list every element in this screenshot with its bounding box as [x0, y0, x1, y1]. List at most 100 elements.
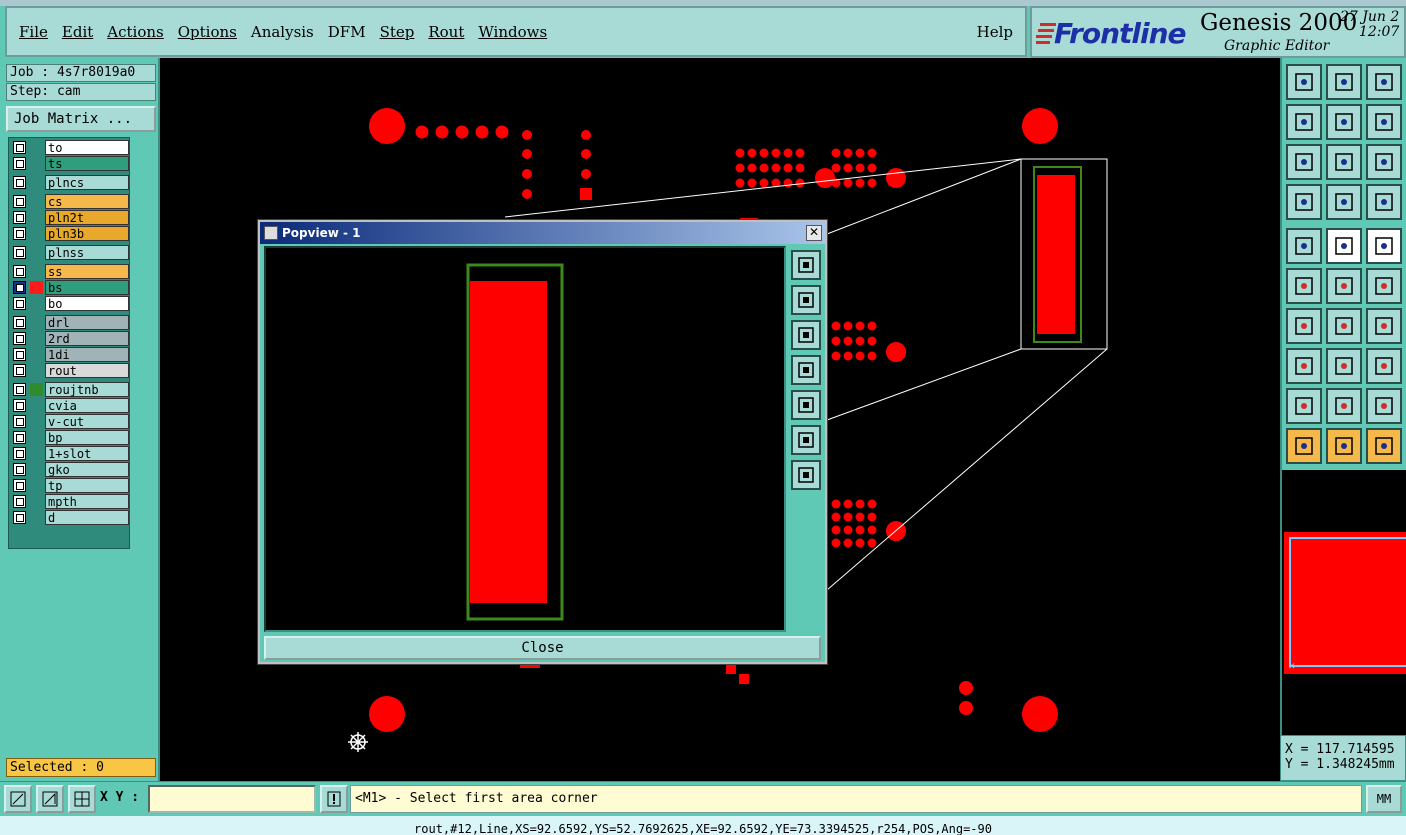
close-button[interactable]: Close	[264, 636, 821, 660]
layer-row[interactable]: plncs	[11, 175, 129, 190]
probe-tool-button[interactable]	[1326, 184, 1362, 220]
layer-checkbox[interactable]	[13, 141, 26, 154]
layer-name[interactable]: bp	[45, 430, 129, 445]
layer-checkbox[interactable]	[13, 479, 26, 492]
layer-row[interactable]: tp	[11, 478, 129, 493]
snap-tool-button[interactable]	[1366, 268, 1402, 304]
layer-checkbox[interactable]	[13, 495, 26, 508]
layer-checkbox[interactable]	[13, 399, 26, 412]
layer-row[interactable]: to	[11, 140, 129, 155]
triangle-tool-button[interactable]	[1286, 388, 1322, 424]
layer-row[interactable]: 2rd	[11, 331, 129, 346]
layer-checkbox[interactable]	[13, 176, 26, 189]
layer-checkbox[interactable]	[13, 511, 26, 524]
layer-row[interactable]: ts	[11, 156, 129, 171]
layer-name[interactable]: pln3b	[45, 226, 129, 241]
layer-name[interactable]: mpth	[45, 494, 129, 509]
measure-tool-button[interactable]	[1286, 184, 1322, 220]
pv-center-button[interactable]	[791, 460, 821, 490]
layer-panel-button[interactable]	[1366, 184, 1402, 220]
zoom-area-button[interactable]	[4, 785, 32, 813]
pv-pan-right-button[interactable]	[791, 390, 821, 420]
arrow-b-tool-button[interactable]	[1366, 388, 1402, 424]
layer-checkbox[interactable]	[13, 332, 26, 345]
units-button[interactable]: MM	[1366, 785, 1402, 813]
layer-row[interactable]: bs	[11, 280, 129, 295]
layer-checkbox[interactable]	[13, 227, 26, 240]
line-angle-button[interactable]	[1286, 308, 1322, 344]
move-right-button[interactable]	[1326, 104, 1362, 140]
layer-name[interactable]: to	[45, 140, 129, 155]
layer-name[interactable]: cvia	[45, 398, 129, 413]
xy-input[interactable]	[148, 785, 316, 813]
scale-1-2-button[interactable]	[1366, 144, 1402, 180]
layer-row[interactable]: drl	[11, 315, 129, 330]
layer-name[interactable]: 1+slot	[45, 446, 129, 461]
move-down-button[interactable]	[1326, 64, 1362, 100]
select-edit-button[interactable]	[1366, 428, 1402, 464]
move-pad-button[interactable]	[1286, 348, 1322, 384]
layer-checkbox[interactable]	[13, 265, 26, 278]
layer-name[interactable]: d	[45, 510, 129, 525]
zoom-center-button[interactable]	[1326, 144, 1362, 180]
connect-tool-button[interactable]	[1286, 268, 1322, 304]
popview-titlebar[interactable]: Popview - 1 ✕	[260, 222, 825, 244]
select-box-button[interactable]	[1326, 428, 1362, 464]
arc-tool-button[interactable]	[1366, 308, 1402, 344]
menu-options[interactable]: Options	[178, 23, 237, 41]
menu-actions[interactable]: Actions	[107, 23, 163, 41]
layer-checkbox[interactable]	[13, 316, 26, 329]
layer-name[interactable]: plncs	[45, 175, 129, 190]
layer-row[interactable]: d	[11, 510, 129, 525]
layer-name[interactable]: pln2t	[45, 210, 129, 225]
arrow-a-tool-button[interactable]	[1326, 388, 1362, 424]
layer-row[interactable]: 1di	[11, 347, 129, 362]
layer-checkbox[interactable]	[13, 246, 26, 259]
menu-windows[interactable]: Windows	[478, 23, 547, 41]
pv-zoom-out-button[interactable]	[791, 320, 821, 350]
layer-name[interactable]: 2rd	[45, 331, 129, 346]
layer-name[interactable]: ts	[45, 156, 129, 171]
add-pad-button[interactable]	[1286, 228, 1322, 264]
line-tool-button[interactable]	[1326, 308, 1362, 344]
grid-button[interactable]	[68, 785, 96, 813]
layer-checkbox[interactable]	[13, 195, 26, 208]
menu-file[interactable]: File	[19, 23, 48, 41]
pv-layers-button[interactable]	[791, 250, 821, 280]
layer-checkbox[interactable]	[13, 463, 26, 476]
layer-row[interactable]: gko	[11, 462, 129, 477]
menu-analysis[interactable]: Analysis	[251, 23, 314, 41]
layer-name[interactable]: v-cut	[45, 414, 129, 429]
menu-rout[interactable]: Rout	[428, 23, 464, 41]
layer-name[interactable]: plnss	[45, 245, 129, 260]
move-left-button[interactable]	[1286, 104, 1322, 140]
layer-row[interactable]: pln3b	[11, 226, 129, 241]
layer-checkbox[interactable]	[13, 297, 26, 310]
layer-name[interactable]: ss	[45, 264, 129, 279]
home-button[interactable]	[1366, 64, 1402, 100]
job-matrix-button[interactable]: Job Matrix ...	[6, 106, 156, 132]
layer-row[interactable]: 1+slot	[11, 446, 129, 461]
delete-feature-button[interactable]	[1326, 268, 1362, 304]
layer-row[interactable]: cs	[11, 194, 129, 209]
select-pointer-button[interactable]	[1286, 428, 1322, 464]
layer-row[interactable]: bo	[11, 296, 129, 311]
layer-checkbox[interactable]	[13, 364, 26, 377]
layer-checkbox[interactable]	[13, 211, 26, 224]
layer-name[interactable]: bo	[45, 296, 129, 311]
dimension-tool-button[interactable]	[1366, 348, 1402, 384]
layer-checkbox[interactable]	[13, 157, 26, 170]
pv-zoom-in-button[interactable]	[791, 285, 821, 315]
layer-name[interactable]: gko	[45, 462, 129, 477]
layer-row[interactable]: bp	[11, 430, 129, 445]
fit-view-button[interactable]	[1286, 144, 1322, 180]
pv-fit-button[interactable]	[791, 425, 821, 455]
layer-row[interactable]: roujtnb	[11, 382, 129, 397]
ruler-button[interactable]	[1366, 228, 1402, 264]
layer-row[interactable]: pln2t	[11, 210, 129, 225]
layer-checkbox[interactable]	[13, 431, 26, 444]
layer-checkbox[interactable]	[13, 447, 26, 460]
layer-checkbox[interactable]	[13, 415, 26, 428]
layer-row[interactable]: mpth	[11, 494, 129, 509]
layer-name[interactable]: 1di	[45, 347, 129, 362]
